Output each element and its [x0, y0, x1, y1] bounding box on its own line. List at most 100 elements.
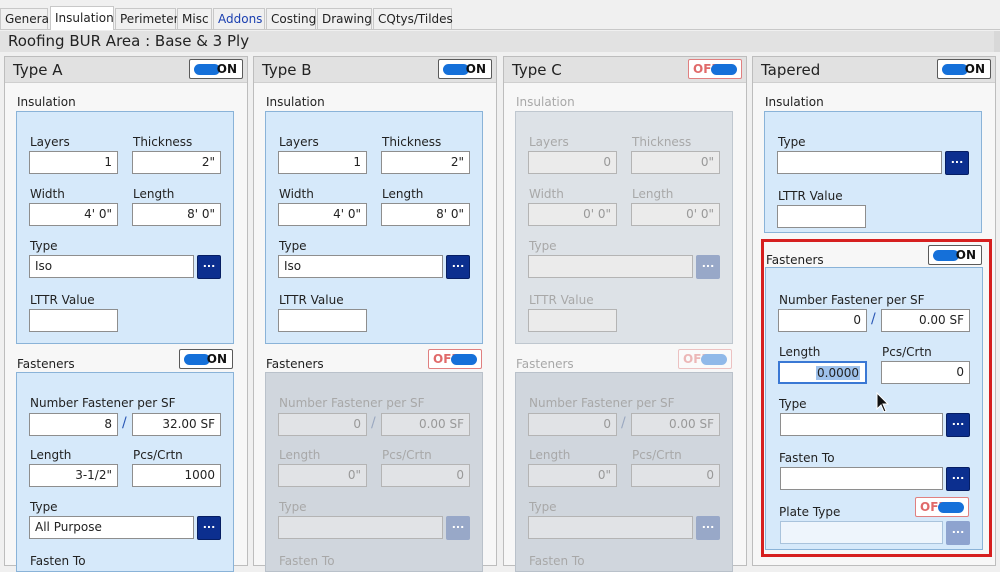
panel-toggle[interactable]: ON [189, 59, 243, 79]
per-sf-input[interactable]: 32.00 SF [132, 413, 221, 436]
panel-header: Type B ON [254, 57, 496, 83]
panel-toggle[interactable]: ON [438, 59, 492, 79]
pcs-crtn-input[interactable]: 0 [631, 464, 720, 487]
fasteners-box: Number Fastener per SF 0 / 0.00 SF Lengt… [265, 372, 483, 572]
fasten-to-label: Fasten To [30, 554, 86, 568]
tab-costing[interactable]: Costing [266, 8, 316, 29]
tab-misc[interactable]: Misc [177, 8, 212, 29]
thickness-label: Thickness [632, 135, 692, 149]
type-input[interactable]: Iso [278, 255, 443, 278]
layers-label: Layers [30, 135, 70, 149]
tab-drawing[interactable]: Drawing [317, 8, 372, 29]
layers-input[interactable]: 1 [29, 151, 118, 174]
num-fastener-input[interactable]: 8 [29, 413, 118, 436]
thickness-input[interactable]: 2" [132, 151, 221, 174]
fastener-type-input[interactable] [528, 516, 693, 539]
pcs-crtn-input[interactable]: 0 [381, 464, 470, 487]
panel-toggle[interactable]: ON [937, 59, 991, 79]
thickness-label: Thickness [382, 135, 442, 149]
width-input[interactable]: 4' 0" [29, 203, 118, 226]
length-label: Length [133, 187, 175, 201]
layers-label: Layers [279, 135, 319, 149]
slash-separator: / [371, 415, 376, 431]
length-label: Length [529, 448, 571, 462]
type-input[interactable] [777, 151, 942, 174]
fasteners-toggle[interactable]: ON [179, 349, 233, 369]
fastener-length-input[interactable]: 3-1/2" [29, 464, 118, 487]
per-sf-input[interactable]: 0.00 SF [631, 413, 720, 436]
length-input[interactable]: 8' 0" [132, 203, 221, 226]
length-label: Length [279, 448, 321, 462]
fasteners-box: Number Fastener per SF 0 / 0.00 SF Lengt… [515, 372, 733, 572]
pcs-crtn-input[interactable]: 1000 [132, 464, 221, 487]
toggle-label: ON [964, 62, 985, 76]
thickness-label: Thickness [133, 135, 193, 149]
fasteners-label: Fasteners [516, 357, 574, 371]
width-label: Width [279, 187, 314, 201]
type-label: Type [529, 239, 557, 253]
tab-general[interactable]: General [0, 8, 52, 29]
tab-perimeter[interactable]: Perimeter [115, 8, 179, 29]
fastener-type-browse-button[interactable]: ... [446, 516, 470, 540]
type-browse-button[interactable]: ... [696, 255, 720, 279]
thickness-input[interactable]: 2" [381, 151, 470, 174]
fastener-length-input[interactable]: 0" [278, 464, 367, 487]
width-label: Width [529, 187, 564, 201]
fastener-type-browse-button[interactable]: ... [197, 516, 221, 540]
fastener-type-label: Type [30, 500, 58, 514]
tab-insulation[interactable]: Insulation [50, 6, 114, 30]
lttr-input[interactable] [278, 309, 367, 332]
panel-header: Type A ON [5, 57, 247, 83]
fasten-to-label: Fasten To [279, 554, 335, 568]
fastener-type-browse-button[interactable]: ... [696, 516, 720, 540]
type-browse-button[interactable]: ... [197, 255, 221, 279]
tab-cqtys-tildes[interactable]: CQtys/Tildes [373, 8, 453, 29]
scrollbar[interactable] [994, 31, 1000, 52]
num-fastener-input[interactable]: 0 [528, 413, 617, 436]
panel-toggle[interactable]: OFF [688, 59, 742, 79]
thickness-input[interactable]: 0" [631, 151, 720, 174]
layers-input[interactable]: 0 [528, 151, 617, 174]
width-input[interactable]: 4' 0" [278, 203, 367, 226]
panel-title: Type B [262, 61, 312, 79]
fastener-type-input[interactable]: All Purpose [29, 516, 194, 539]
width-label: Width [30, 187, 65, 201]
fasteners-toggle[interactable]: OFF [678, 349, 732, 369]
panel-header: Type C OFF [504, 57, 746, 83]
lttr-input[interactable] [777, 205, 866, 228]
fastener-type-input[interactable] [278, 516, 443, 539]
fasten-to-label: Fasten To [529, 554, 585, 568]
width-input[interactable]: 0' 0" [528, 203, 617, 226]
type-input[interactable] [528, 255, 693, 278]
per-sf-input[interactable]: 0.00 SF [381, 413, 470, 436]
panel-title: Type A [13, 61, 63, 79]
fastener-length-input[interactable]: 0" [528, 464, 617, 487]
layers-label: Layers [529, 135, 569, 149]
fasteners-toggle[interactable]: OFF [428, 349, 482, 369]
pcs-crtn-label: Pcs/Crtn [632, 448, 682, 462]
type-browse-button[interactable]: ... [945, 151, 969, 175]
tab-addons[interactable]: Addons [213, 8, 265, 29]
lttr-input[interactable] [29, 309, 118, 332]
slash-separator: / [122, 415, 127, 431]
insulation-label: Insulation [266, 95, 325, 109]
num-fastener-input[interactable]: 0 [278, 413, 367, 436]
length-input[interactable]: 0' 0" [631, 203, 720, 226]
window-title: Roofing BUR Area : Base & 3 Ply [0, 31, 1000, 52]
type-browse-button[interactable]: ... [446, 255, 470, 279]
length-input[interactable]: 8' 0" [381, 203, 470, 226]
lttr-input[interactable] [528, 309, 617, 332]
pcs-crtn-label: Pcs/Crtn [133, 448, 183, 462]
toggle-label: ON [216, 62, 237, 76]
layers-input[interactable]: 1 [278, 151, 367, 174]
panel-title: Tapered [761, 61, 821, 79]
panel-header: Tapered ON [753, 57, 995, 83]
toggle-knob [711, 64, 737, 75]
insulation-box: Layers Thickness 1 2" Width Length 4' 0"… [16, 111, 234, 344]
insulation-label: Insulation [17, 95, 76, 109]
type-input[interactable]: Iso [29, 255, 194, 278]
fasteners-label: Fasteners [266, 357, 324, 371]
fasteners-label: Fasteners [17, 357, 75, 371]
fasteners-box: Number Fastener per SF 8 / 32.00 SF Leng… [16, 372, 234, 572]
panel-title: Type C [512, 61, 562, 79]
